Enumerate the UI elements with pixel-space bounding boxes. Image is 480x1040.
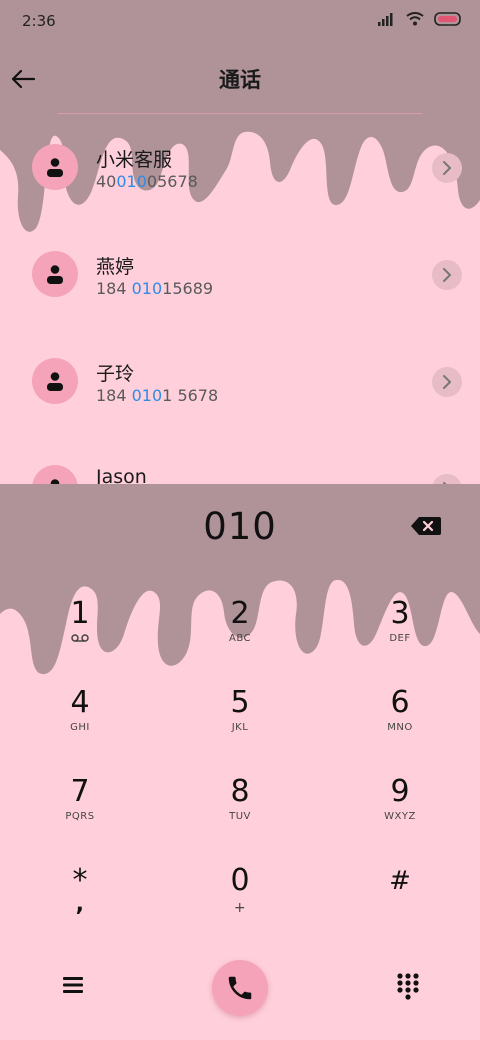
avatar [32, 358, 78, 404]
key-6[interactable]: 6 MNO [340, 685, 460, 765]
contact-number: 184 01015689 [96, 279, 214, 298]
contact-name: Jason [96, 466, 147, 484]
signal-icon [378, 13, 393, 26]
menu-icon [63, 977, 83, 993]
key-1[interactable]: 1 [20, 596, 140, 676]
key-4[interactable]: 4 GHI [20, 685, 140, 765]
contact-details-button[interactable] [432, 367, 462, 397]
key-letters: DEF [389, 633, 411, 644]
list-item[interactable]: 燕婷 184 01015689 [0, 221, 480, 328]
status-bar: 2:36 [0, 0, 480, 44]
matched-digits: 010 [131, 386, 163, 405]
dialpad-toggle-button[interactable] [395, 972, 421, 1000]
list-item[interactable]: 小米客服 4001005678 [0, 114, 480, 221]
key-8[interactable]: 8 TUV [180, 774, 300, 854]
key-0[interactable]: 0 + [180, 863, 300, 943]
key-2[interactable]: 2 ABC [180, 596, 300, 676]
phone-icon [228, 976, 252, 1000]
key-letters [340, 900, 460, 914]
key-letters: ABC [228, 633, 251, 644]
person-icon [50, 479, 60, 484]
contact-name: 小米客服 [96, 149, 173, 171]
list-item[interactable]: Jason [0, 435, 480, 484]
contact-suggestion-list: 小米客服 4001005678 燕婷 184 01015689 子玲 184 0… [0, 114, 480, 484]
page-title: 通话 [219, 68, 261, 92]
backspace-icon [411, 517, 441, 535]
contact-name: 子玲 [96, 363, 135, 385]
key-star[interactable]: * , [20, 863, 140, 943]
person-icon [47, 372, 63, 391]
dialed-number[interactable]: 010 [0, 505, 480, 548]
avatar [32, 465, 78, 484]
key-digit: # [389, 866, 411, 896]
key-letters: TUV [229, 811, 251, 822]
key-digit: 2 [230, 596, 250, 631]
chevron-right-icon [443, 161, 451, 175]
avatar [32, 251, 78, 297]
contact-details-button[interactable] [432, 260, 462, 290]
voicemail-icon [20, 633, 140, 647]
key-letters: JKL [231, 722, 249, 733]
app-header: 通话 [0, 44, 480, 114]
chevron-right-icon [443, 375, 451, 389]
key-3[interactable]: 3 DEF [340, 596, 460, 676]
matched-digits: 010 [116, 172, 147, 191]
wifi-icon [406, 12, 424, 26]
key-digit: 3 [390, 596, 410, 631]
key-letters: GHI [70, 722, 90, 733]
person-icon [47, 265, 63, 284]
avatar [32, 144, 78, 190]
key-hash[interactable]: # [340, 863, 460, 943]
key-digit: 4 [70, 685, 90, 720]
key-7[interactable]: 7 PQRS [20, 774, 140, 854]
key-letters: WXYZ [384, 811, 416, 822]
contact-name: 燕婷 [96, 256, 135, 278]
key-digit: 9 [390, 774, 410, 809]
key-digit: 8 [230, 774, 250, 809]
call-button[interactable] [212, 960, 268, 1016]
contact-details-button[interactable] [432, 153, 462, 183]
matched-digits: 010 [131, 279, 163, 298]
key-digit: 7 [70, 774, 90, 809]
dialpad-icon [397, 973, 419, 1000]
key-digit: 0 [230, 863, 250, 898]
key-digit: 5 [230, 685, 250, 720]
key-9[interactable]: 9 WXYZ [340, 774, 460, 854]
status-time: 2:36 [22, 12, 56, 30]
key-letters: , [75, 892, 85, 917]
key-letters: + [233, 900, 247, 916]
key-letters: MNO [387, 722, 413, 733]
chevron-right-icon [443, 482, 447, 484]
menu-button[interactable] [60, 972, 86, 998]
key-digit: 6 [390, 685, 410, 720]
key-5[interactable]: 5 JKL [180, 685, 300, 765]
list-item[interactable]: 子玲 184 0101 5678 [0, 328, 480, 435]
battery-icon [434, 12, 461, 26]
chevron-right-icon [443, 268, 451, 282]
key-digit: 1 [70, 596, 90, 631]
contact-number: 4001005678 [96, 172, 198, 191]
bottom-action-bar [0, 958, 480, 1018]
key-letters: PQRS [65, 811, 95, 822]
person-icon [47, 158, 63, 177]
contact-number: 184 0101 5678 [96, 386, 219, 405]
backspace-button[interactable] [410, 515, 442, 537]
contact-details-button[interactable] [432, 474, 462, 484]
